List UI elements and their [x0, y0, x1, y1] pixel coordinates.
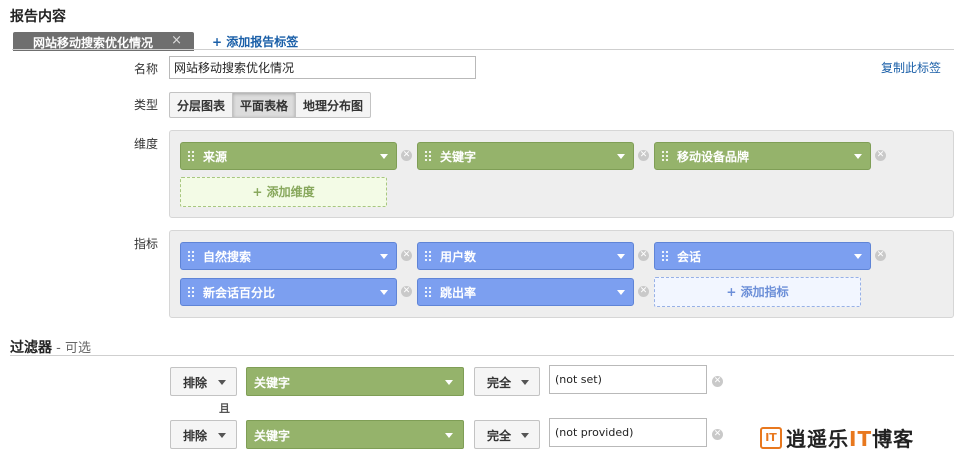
- remove-icon[interactable]: ✕: [638, 286, 649, 297]
- remove-icon[interactable]: ✕: [401, 250, 412, 261]
- drag-handle-icon[interactable]: [424, 286, 432, 298]
- watermark-text: 逍遥乐IT博客: [786, 427, 915, 451]
- type-hierarchical-button[interactable]: 分层图表: [170, 93, 234, 117]
- filters-optional-label: - 可选: [52, 341, 91, 356]
- drag-handle-icon[interactable]: [187, 150, 195, 162]
- dimension-pill-device-brand[interactable]: 移动设备品牌: [654, 142, 871, 170]
- chevron-down-icon: [521, 380, 529, 385]
- remove-icon[interactable]: ✕: [875, 250, 886, 261]
- remove-icon[interactable]: ✕: [401, 286, 412, 297]
- filter-dimension-dropdown[interactable]: 关键字: [246, 420, 464, 449]
- add-report-tab-link[interactable]: + 添加报告标签: [212, 33, 298, 50]
- metric-pill-sessions[interactable]: 会话: [654, 242, 871, 270]
- add-dimension-button[interactable]: + 添加维度: [180, 177, 387, 207]
- tab-close-icon[interactable]: ×: [171, 33, 182, 48]
- type-selector: 分层图表 平面表格 地理分布图: [169, 92, 372, 118]
- filters-divider: [10, 355, 954, 356]
- chevron-down-icon[interactable]: [617, 253, 625, 259]
- tab-label: 网站移动搜索优化情况: [33, 36, 154, 50]
- metric-pill-users[interactable]: 用户数: [417, 242, 634, 270]
- remove-icon[interactable]: ✕: [875, 150, 886, 161]
- name-label: 名称: [133, 62, 158, 76]
- chevron-down-icon[interactable]: [854, 153, 862, 159]
- drag-handle-icon[interactable]: [187, 286, 195, 298]
- chevron-down-icon[interactable]: [380, 153, 388, 159]
- tab-divider: [12, 49, 954, 50]
- chevron-down-icon: [445, 433, 453, 438]
- chevron-down-icon[interactable]: [380, 253, 388, 259]
- filter-value-input[interactable]: [549, 365, 707, 394]
- filter-action-dropdown[interactable]: 排除: [170, 420, 237, 449]
- filter-value-input[interactable]: [549, 418, 707, 447]
- metric-pill-organic[interactable]: 自然搜索: [180, 242, 397, 270]
- drag-handle-icon[interactable]: [661, 250, 669, 262]
- metrics-label: 指标: [133, 237, 158, 251]
- add-metric-button[interactable]: + 添加指标: [654, 277, 861, 307]
- drag-handle-icon[interactable]: [661, 150, 669, 162]
- type-label: 类型: [133, 98, 158, 112]
- chevron-down-icon[interactable]: [617, 153, 625, 159]
- metric-pill-bounce-rate[interactable]: 跳出率: [417, 278, 634, 306]
- dimensions-label: 维度: [133, 137, 158, 151]
- type-flat-table-button[interactable]: 平面表格: [233, 93, 297, 117]
- site-watermark: IT 逍遥乐IT博客: [760, 423, 914, 452]
- remove-icon[interactable]: ✕: [638, 150, 649, 161]
- chevron-down-icon: [521, 433, 529, 438]
- chevron-down-icon[interactable]: [380, 289, 388, 295]
- remove-filter-icon[interactable]: ✕: [712, 376, 723, 387]
- drag-handle-icon[interactable]: [187, 250, 195, 262]
- type-geo-map-button[interactable]: 地理分布图: [296, 93, 370, 117]
- metric-pill-new-sessions[interactable]: 新会话百分比: [180, 278, 397, 306]
- filter-match-dropdown[interactable]: 完全: [474, 420, 540, 449]
- remove-filter-icon[interactable]: ✕: [712, 429, 723, 440]
- watermark-logo: IT: [760, 426, 782, 449]
- drag-handle-icon[interactable]: [424, 250, 432, 262]
- chevron-down-icon: [445, 380, 453, 385]
- chevron-down-icon: [218, 433, 226, 438]
- chevron-down-icon: [218, 380, 226, 385]
- filter-action-dropdown[interactable]: 排除: [170, 367, 237, 396]
- filter-match-dropdown[interactable]: 完全: [474, 367, 540, 396]
- copy-tab-link[interactable]: 复制此标签: [881, 59, 941, 76]
- remove-icon[interactable]: ✕: [638, 250, 649, 261]
- report-content-title: 报告内容: [10, 9, 66, 25]
- drag-handle-icon[interactable]: [424, 150, 432, 162]
- remove-icon[interactable]: ✕: [401, 150, 412, 161]
- filter-dimension-dropdown[interactable]: 关键字: [246, 367, 464, 396]
- dimension-pill-source[interactable]: 来源: [180, 142, 397, 170]
- chevron-down-icon[interactable]: [854, 253, 862, 259]
- dimension-pill-keyword[interactable]: 关键字: [417, 142, 634, 170]
- chevron-down-icon[interactable]: [617, 289, 625, 295]
- filters-title: 过滤器 - 可选: [10, 340, 91, 356]
- name-input[interactable]: [169, 56, 476, 79]
- filter-and-label: 且: [219, 402, 230, 415]
